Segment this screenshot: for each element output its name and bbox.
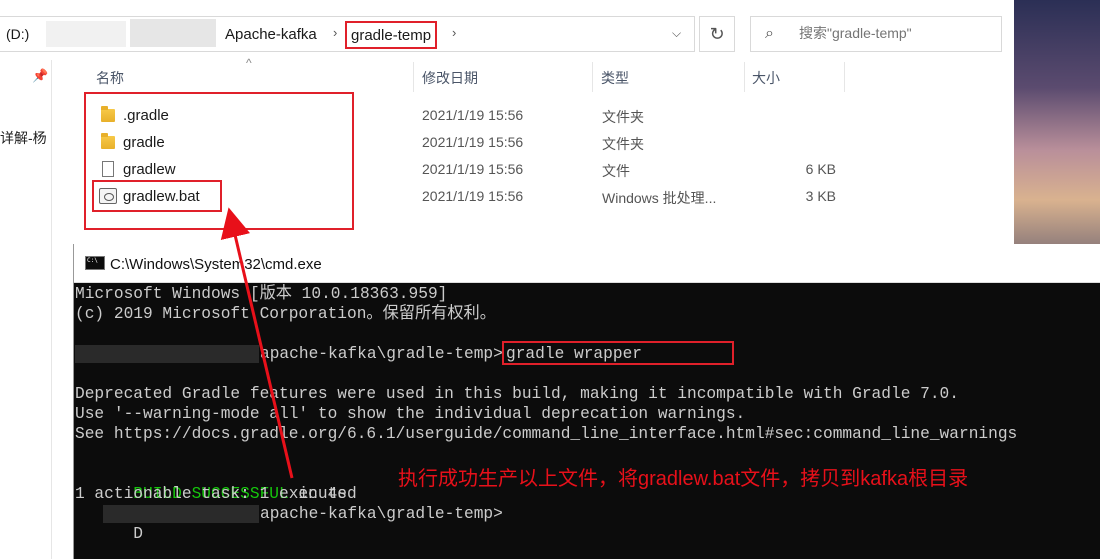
chevron-down-icon[interactable]: ⌵ — [672, 26, 681, 41]
file-size: 3 KB — [805, 188, 836, 204]
cmd-window[interactable]: C:\Windows\System32\cmd.exe Microsoft Wi… — [73, 244, 1100, 559]
cmd-title: C:\Windows\System32\cmd.exe — [110, 256, 322, 273]
prompt-path: apache-kafka\gradle-temp> — [260, 505, 503, 523]
terminal-line: See https://docs.gradle.org/6.6.1/usergu… — [75, 425, 1018, 443]
column-type-header[interactable]: 类型 — [601, 68, 629, 88]
terminal-line: D apache-kafka\gradle-temp> — [75, 504, 503, 543]
file-date: 2021/1/19 15:56 — [422, 107, 524, 123]
breadcrumb-gradle-temp[interactable]: gradle-temp — [345, 21, 438, 49]
search-icon: ⌕ — [765, 25, 774, 42]
file-date: 2021/1/19 15:56 — [422, 134, 524, 150]
chevron-right-icon[interactable]: › — [452, 25, 456, 40]
highlight-box-gradlew-bat — [92, 180, 222, 212]
annotation-text: 执行成功生产以上文件，将gradlew.bat文件，拷贝到kafka根目录 — [398, 468, 969, 490]
cmd-titlebar[interactable]: C:\Windows\System32\cmd.exe — [74, 244, 1100, 283]
terminal-line: Deprecated Gradle features were used in … — [75, 385, 959, 403]
prompt-path: apache-kafka\gradle-temp> — [260, 345, 503, 363]
chevron-right-icon[interactable]: › — [333, 25, 337, 40]
redacted-path — [75, 345, 259, 363]
column-divider[interactable] — [844, 62, 845, 92]
redacted-path — [130, 19, 216, 47]
redacted-path — [103, 505, 259, 523]
terminal-line: Use '--warning-mode all' to show the ind… — [75, 405, 746, 423]
address-bar[interactable]: (D:) Apache-kafka › gradle-temp › ⌵ — [0, 16, 695, 52]
terminal-line: BUILD SUCCESSFUL in 4s — [75, 464, 347, 503]
redacted-path — [46, 21, 126, 47]
sort-ascending-icon: ^ — [246, 56, 252, 70]
file-type: 文件 — [602, 163, 630, 179]
file-type: 文件夹 — [602, 136, 644, 152]
column-divider[interactable] — [592, 62, 593, 92]
column-header-row: ^ 名称 修改日期 类型 大小 — [52, 56, 1014, 92]
search-input[interactable] — [799, 25, 995, 41]
terminal-line: (c) 2019 Microsoft Corporation。保留所有权利。 — [75, 305, 496, 323]
column-divider[interactable] — [744, 62, 745, 92]
terminal-line: 1 actionable task: 1 executed — [75, 485, 357, 503]
column-name-header[interactable]: 名称 — [96, 68, 124, 88]
pin-icon[interactable]: 📌 — [32, 68, 48, 84]
nav-item-label[interactable]: 详解-杨 — [0, 128, 47, 148]
address-drive-label[interactable]: (D:) — [6, 26, 29, 42]
column-size-header[interactable]: 大小 — [752, 68, 780, 88]
breadcrumb-apache-kafka[interactable]: Apache-kafka — [225, 26, 317, 43]
desktop-wallpaper — [1014, 0, 1100, 250]
search-box[interactable]: ⌕ — [750, 16, 1002, 52]
column-divider[interactable] — [413, 62, 414, 92]
terminal-icon — [85, 256, 105, 270]
navigation-pane: 📌 详解-杨 — [0, 60, 52, 559]
file-type: 文件夹 — [602, 109, 644, 125]
terminal-line: apache-kafka\gradle-temp> gradle wrapper — [75, 344, 642, 364]
column-date-header[interactable]: 修改日期 — [422, 68, 478, 88]
terminal-line: Microsoft Windows [版本 10.0.18363.959] — [75, 285, 448, 303]
highlight-box-command — [502, 341, 734, 365]
terminal-output[interactable]: Microsoft Windows [版本 10.0.18363.959] (c… — [75, 284, 1100, 559]
file-size: 6 KB — [805, 161, 836, 177]
file-date: 2021/1/19 15:56 — [422, 161, 524, 177]
prompt-drive: D — [133, 525, 144, 543]
refresh-button[interactable]: ↻ — [699, 16, 735, 52]
file-date: 2021/1/19 15:56 — [422, 188, 524, 204]
file-type: Windows 批处理... — [602, 190, 717, 206]
